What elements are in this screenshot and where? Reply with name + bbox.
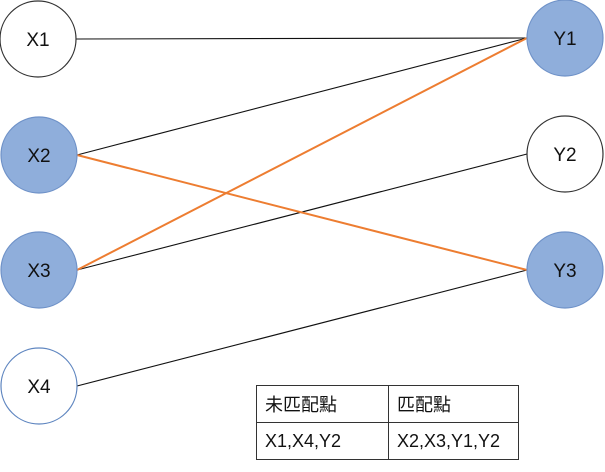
edge-layer — [75, 37, 528, 387]
node-label-x3: X3 — [27, 261, 50, 282]
node-y3: Y3 — [526, 231, 604, 309]
node-x1: X1 — [0, 0, 77, 78]
node-label-x2: X2 — [27, 146, 50, 167]
node-y2: Y2 — [526, 115, 604, 193]
table-row: X1,X4,Y2 X2,X3,Y1,Y2 — [256, 422, 519, 460]
node-x4: X4 — [0, 347, 78, 425]
header-unmatched-points: 未匹配點 — [256, 385, 389, 423]
matching-edge-x3-y1 — [76, 37, 528, 271]
node-x2: X2 — [0, 116, 78, 194]
node-label-x1: X1 — [26, 30, 49, 51]
node-label-y2: Y2 — [553, 145, 576, 166]
node-x3: X3 — [0, 231, 78, 309]
node-label-y1: Y1 — [553, 29, 576, 50]
matching-table: 未匹配點 匹配點 X1,X4,Y2 X2,X3,Y1,Y2 — [256, 385, 519, 460]
edge-x2-y1 — [76, 37, 528, 156]
header-matched-points: 匹配點 — [388, 385, 519, 423]
unmatched-points-value: X1,X4,Y2 — [256, 422, 389, 460]
edge-x4-y3 — [76, 269, 528, 387]
matched-points-value: X2,X3,Y1,Y2 — [388, 422, 519, 460]
node-y1: Y1 — [526, 0, 604, 77]
node-label-y3: Y3 — [553, 261, 576, 282]
table-header-row: 未匹配點 匹配點 — [256, 385, 519, 423]
edge-x1-y1 — [75, 37, 528, 40]
node-label-x4: X4 — [27, 377, 51, 398]
